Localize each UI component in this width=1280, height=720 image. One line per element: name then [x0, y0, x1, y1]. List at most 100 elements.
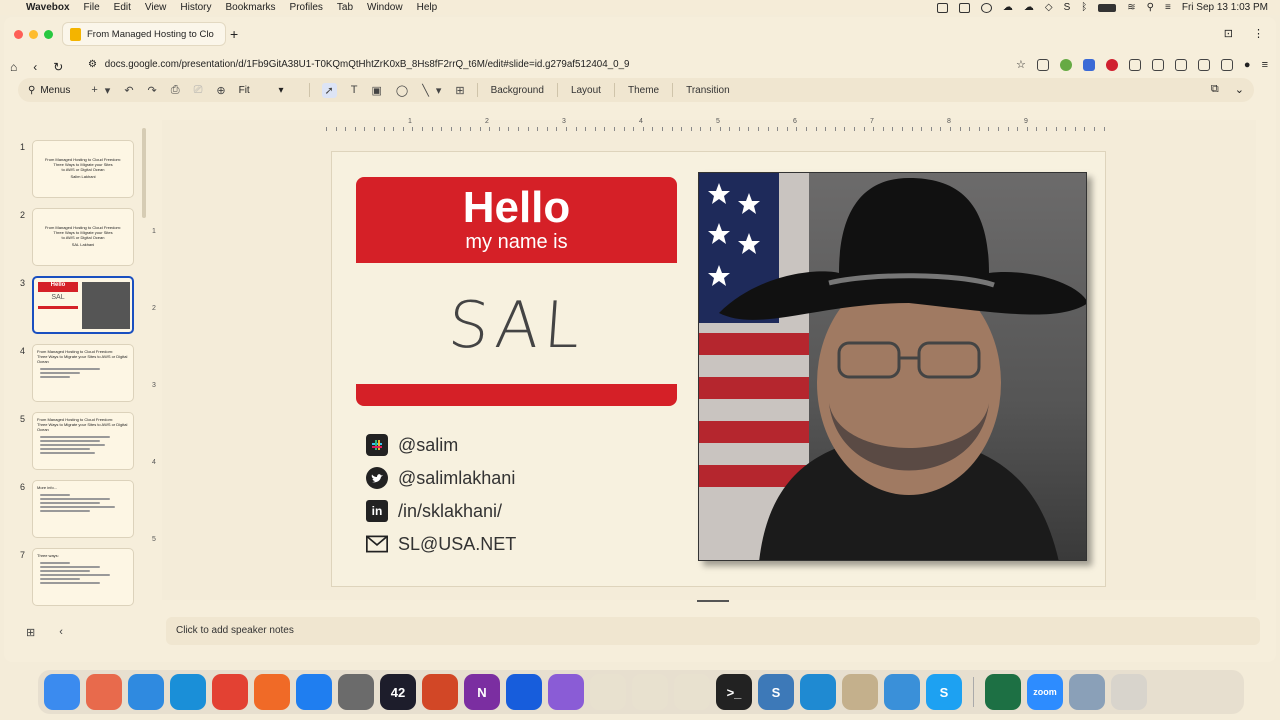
- s-status-icon[interactable]: S: [1064, 2, 1071, 13]
- extension-new-icon[interactable]: [1174, 58, 1187, 71]
- menu-history[interactable]: History: [180, 2, 211, 13]
- battery-icon[interactable]: [1098, 3, 1117, 12]
- browser-menu-icon[interactable]: ≡: [1262, 59, 1268, 71]
- menu-help[interactable]: Help: [417, 2, 438, 13]
- collapse-toolbar-icon[interactable]: ⌄: [1235, 83, 1244, 96]
- app-store-icon[interactable]: [296, 674, 332, 710]
- cloud-outline-icon[interactable]: ☁: [1024, 2, 1034, 13]
- skype-icon[interactable]: S: [926, 674, 962, 710]
- notes-resize-handle[interactable]: [697, 600, 729, 602]
- 42-icon[interactable]: 42: [380, 674, 416, 710]
- current-slide[interactable]: Hello my name is SAL @salim @salimlakhan…: [331, 151, 1106, 587]
- menubar-clock[interactable]: Fri Sep 13 1:03 PM: [1182, 2, 1268, 13]
- account-icon[interactable]: ●: [1244, 59, 1251, 71]
- new-slide-icon[interactable]: +: [91, 84, 97, 96]
- zoom-status-icon[interactable]: [980, 2, 992, 13]
- notes-icon[interactable]: [632, 674, 668, 710]
- app-name[interactable]: Wavebox: [26, 2, 70, 13]
- tab-icon[interactable]: [1220, 58, 1233, 71]
- contact-linkedin[interactable]: in /in/sklakhani/: [366, 499, 502, 523]
- new-tab-icon[interactable]: +: [230, 26, 238, 42]
- browser-tab[interactable]: From Managed Hosting to Clo: [62, 22, 226, 46]
- slide-thumbnail-6[interactable]: More info...: [32, 480, 134, 538]
- maximize-window-icon[interactable]: [44, 29, 53, 39]
- filmstrip-scrollbar[interactable]: [142, 128, 146, 218]
- menu-window[interactable]: Window: [367, 2, 403, 13]
- contact-slack[interactable]: @salim: [366, 433, 458, 457]
- extension-stack-icon[interactable]: [1151, 58, 1164, 71]
- bookmark-star-icon[interactable]: ☆: [1016, 58, 1026, 71]
- menus-search[interactable]: ⚲ Menus: [28, 85, 70, 96]
- safari-icon[interactable]: [128, 674, 164, 710]
- menu-edit[interactable]: Edit: [114, 2, 131, 13]
- edge-icon[interactable]: [170, 674, 206, 710]
- undo-icon[interactable]: ↶: [124, 84, 133, 97]
- name-tag-name[interactable]: SAL: [352, 270, 681, 382]
- s-app-icon[interactable]: S: [758, 674, 794, 710]
- menu-file[interactable]: File: [84, 2, 100, 13]
- dropbox-icon[interactable]: ◇: [1045, 2, 1053, 13]
- theme-button[interactable]: Theme: [628, 85, 659, 96]
- collapse-filmstrip-icon[interactable]: ‹: [59, 626, 63, 639]
- wavebox-icon[interactable]: [842, 674, 878, 710]
- slide-thumbnail-7[interactable]: Three ways:: [32, 548, 134, 606]
- menu-bookmarks[interactable]: Bookmarks: [226, 2, 276, 13]
- trash-icon[interactable]: [1111, 674, 1147, 710]
- slide-thumbnail-4[interactable]: From Managed Hosting to Cloud Freedom: T…: [32, 344, 134, 402]
- url-field[interactable]: ⚙ docs.google.com/presentation/d/1Fb9Git…: [88, 59, 630, 70]
- zoom-select[interactable]: Fit ▾: [239, 85, 284, 96]
- background-button[interactable]: Background: [491, 85, 544, 96]
- firefox-icon[interactable]: [254, 674, 290, 710]
- close-window-icon[interactable]: [14, 29, 23, 39]
- site-info-icon[interactable]: ⚙: [88, 59, 97, 70]
- slack-icon[interactable]: [590, 674, 626, 710]
- menu-profiles[interactable]: Profiles: [290, 2, 323, 13]
- minimize-window-icon[interactable]: [29, 29, 38, 39]
- cloud-icon[interactable]: ☁: [1003, 2, 1013, 13]
- bluetooth-icon[interactable]: ᛒ: [1081, 2, 1087, 13]
- reload-icon[interactable]: ↻: [53, 60, 63, 74]
- control-center-icon[interactable]: ≡: [1165, 2, 1171, 13]
- finder-icon[interactable]: [44, 674, 80, 710]
- terminal-icon[interactable]: >_: [716, 674, 752, 710]
- slide-thumbnail-2[interactable]: From Managed Hosting to Cloud Freedom: T…: [32, 208, 134, 266]
- image-icon[interactable]: ▣: [371, 84, 381, 97]
- select-tool-icon[interactable]: ➚: [321, 82, 337, 98]
- system-settings-icon[interactable]: [338, 674, 374, 710]
- profile-photo[interactable]: [698, 172, 1087, 561]
- slide-thumbnail-1[interactable]: From Managed Hosting to Cloud Freedom: T…: [32, 140, 134, 198]
- extension-blue-icon[interactable]: [1082, 58, 1095, 71]
- grid-view-icon[interactable]: ⊞: [26, 626, 35, 639]
- print-icon[interactable]: ⎙: [171, 84, 180, 97]
- freeform-icon[interactable]: [884, 674, 920, 710]
- affinity-icon[interactable]: [548, 674, 584, 710]
- powerpoint-icon[interactable]: [422, 674, 458, 710]
- menu-tab[interactable]: Tab: [337, 2, 353, 13]
- zoom-icon[interactable]: ⊕: [216, 84, 225, 97]
- bitwarden-icon[interactable]: [506, 674, 542, 710]
- zoom-icon[interactable]: zoom: [1027, 674, 1063, 710]
- slide-thumbnail-5[interactable]: From Managed Hosting to Cloud Freedom: T…: [32, 412, 134, 470]
- redo-icon[interactable]: ↷: [148, 84, 157, 97]
- excel-icon[interactable]: [985, 674, 1021, 710]
- contact-email[interactable]: SL@USA.NET: [366, 532, 516, 556]
- present-icon[interactable]: ⧉: [1211, 83, 1219, 96]
- speaker-notes[interactable]: Click to add speaker notes: [166, 617, 1260, 645]
- more-icon[interactable]: ⋮: [1253, 27, 1264, 40]
- line-icon[interactable]: ╲: [422, 84, 429, 97]
- new-slide-dropdown-icon[interactable]: ▾: [105, 84, 111, 97]
- extension-list-icon[interactable]: [1128, 58, 1141, 71]
- slide-thumbnail-3[interactable]: Hello SAL: [32, 276, 134, 334]
- checkbox-icon[interactable]: [958, 2, 970, 13]
- name-tag-footer[interactable]: [356, 384, 677, 406]
- extension-red-icon[interactable]: [1105, 58, 1118, 71]
- onenote-icon[interactable]: N: [464, 674, 500, 710]
- emoji-icon[interactable]: [674, 674, 710, 710]
- paint-format-icon[interactable]: ⎚: [194, 84, 203, 97]
- puzzle-icon[interactable]: [1197, 58, 1210, 71]
- home-icon[interactable]: ⌂: [10, 60, 17, 74]
- textbox-icon[interactable]: T: [351, 84, 358, 96]
- transition-button[interactable]: Transition: [686, 85, 730, 96]
- status-icon[interactable]: [936, 2, 948, 13]
- shape-icon[interactable]: ◯: [396, 84, 408, 97]
